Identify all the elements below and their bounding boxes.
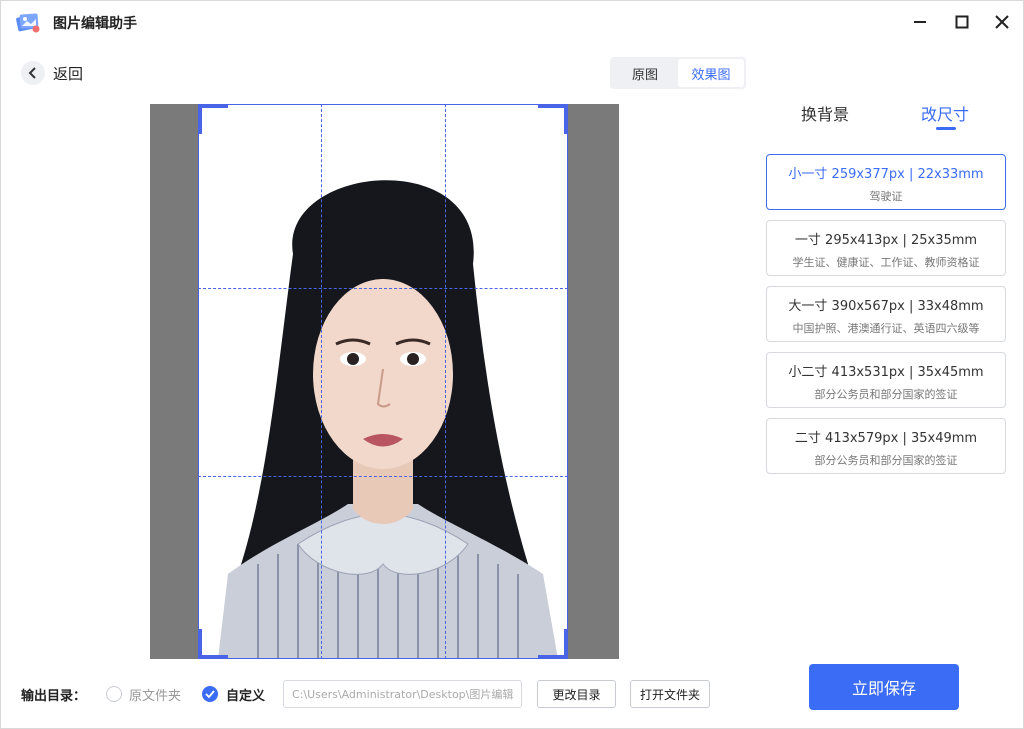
radio-original-folder[interactable]: [106, 686, 122, 702]
crop-handle-top-right[interactable]: [538, 104, 568, 134]
tab-resize[interactable]: 改尺寸: [921, 101, 969, 125]
crop-handle-bottom-left[interactable]: [198, 629, 228, 659]
custom-folder-label[interactable]: 自定义: [226, 685, 265, 704]
size-title: 大一寸 390x567px | 33x48mm: [788, 299, 984, 314]
save-now-button[interactable]: 立即保存: [809, 664, 959, 710]
crop-handle-top-left[interactable]: [198, 104, 228, 134]
radio-custom-folder[interactable]: [202, 686, 218, 702]
size-title: 二寸 413x579px | 35x49mm: [794, 431, 978, 446]
size-description: 学生证、健康证、工作证、教师资格证: [792, 256, 980, 269]
open-folder-button[interactable]: 打开文件夹: [630, 680, 710, 708]
size-title: 小一寸 259x377px | 22x33mm: [788, 167, 984, 182]
back-button[interactable]: 返回: [21, 61, 83, 85]
size-description: 部分公务员和部分国家的签证: [814, 388, 958, 401]
crop-frame[interactable]: [198, 104, 568, 659]
size-description: 驾驶证: [869, 190, 903, 203]
effect-view-button[interactable]: 效果图: [678, 59, 744, 87]
maximize-icon[interactable]: [951, 11, 973, 33]
check-icon: [205, 690, 215, 698]
back-label: 返回: [53, 64, 84, 83]
size-description: 部分公务员和部分国家的签证: [814, 454, 958, 467]
original-view-button[interactable]: 原图: [612, 59, 678, 87]
close-icon[interactable]: [991, 11, 1013, 33]
tab-change-background[interactable]: 换背景: [801, 101, 849, 125]
size-list: 小一寸 259x377px | 22x33mm 驾驶证 一寸 295x413px…: [766, 154, 1006, 484]
size-option-one-inch[interactable]: 一寸 295x413px | 25x35mm 学生证、健康证、工作证、教师资格证: [766, 220, 1006, 276]
crop-handle-bottom-right[interactable]: [538, 629, 568, 659]
app-window: 图片编辑助手 返回 原图 效果图 换背景 改尺寸 小一寸 259x377px |…: [0, 0, 1024, 729]
size-option-small-one-inch[interactable]: 小一寸 259x377px | 22x33mm 驾驶证: [766, 154, 1006, 210]
grid-line: [321, 104, 322, 659]
minimize-icon[interactable]: [909, 11, 931, 33]
chevron-left-icon: [21, 61, 45, 85]
size-option-small-two-inch[interactable]: 小二寸 413x531px | 35x45mm 部分公务员和部分国家的签证: [766, 352, 1006, 408]
size-title: 小二寸 413x531px | 35x45mm: [788, 365, 984, 380]
app-title: 图片编辑助手: [53, 16, 137, 32]
original-folder-label[interactable]: 原文件夹: [129, 685, 181, 704]
active-tab-indicator: [936, 127, 956, 130]
output-path-field[interactable]: [283, 680, 522, 708]
photo-preview: [150, 104, 619, 659]
grid-line: [198, 288, 568, 289]
title-bar: 图片编辑助手: [1, 1, 1023, 43]
size-option-large-one-inch[interactable]: 大一寸 390x567px | 33x48mm 中国护照、港澳通行证、英语四六级…: [766, 286, 1006, 342]
size-description: 中国护照、港澳通行证、英语四六级等: [792, 322, 980, 335]
change-directory-button[interactable]: 更改目录: [537, 680, 616, 708]
grid-line: [198, 476, 568, 477]
size-title: 一寸 295x413px | 25x35mm: [794, 233, 978, 248]
output-directory-label: 输出目录：: [21, 689, 87, 704]
app-logo-icon: [15, 10, 41, 34]
size-option-two-inch[interactable]: 二寸 413x579px | 35x49mm 部分公务员和部分国家的签证: [766, 418, 1006, 474]
grid-line: [445, 104, 446, 659]
view-toggle: 原图 效果图: [610, 57, 746, 89]
